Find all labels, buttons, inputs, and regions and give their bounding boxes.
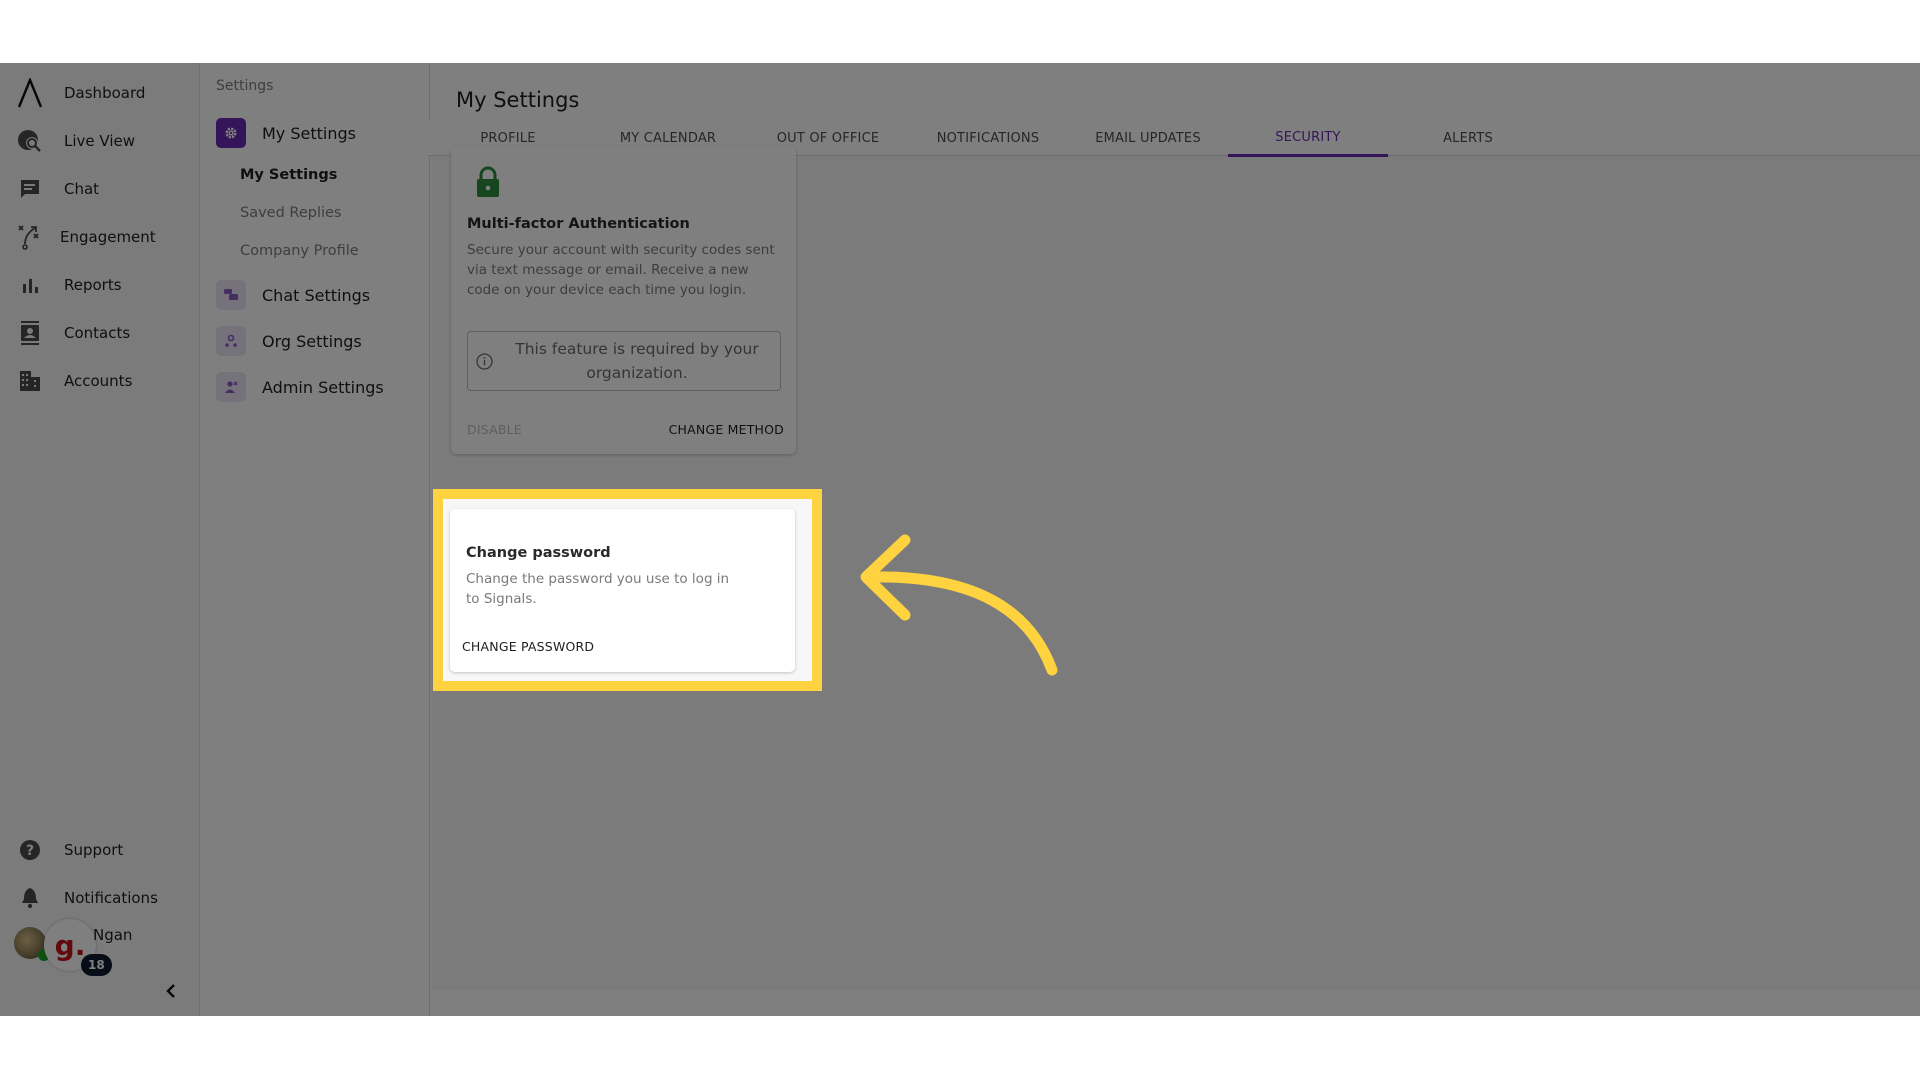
sub-item-saved-replies[interactable]: Saved Replies — [240, 205, 342, 221]
group-label: My Settings — [262, 123, 356, 143]
nav-label: Notifications — [64, 889, 158, 907]
highlight-frame: Change password Change the password you … — [433, 489, 822, 691]
disable-mfa-button: DISABLE — [467, 422, 522, 437]
nav-label: Live View — [64, 132, 135, 150]
change-password-button[interactable]: CHANGE PASSWORD — [462, 639, 594, 654]
tab-email-updates[interactable]: EMAIL UPDATES — [1068, 120, 1228, 156]
settings-heading: Settings — [216, 78, 274, 94]
sub-item-my-settings[interactable]: My Settings — [240, 167, 337, 183]
nav-item-accounts[interactable]: Accounts — [0, 361, 199, 401]
change-password-title: Change password — [466, 545, 611, 561]
nav-item-live-view[interactable]: Live View — [0, 121, 199, 161]
reports-icon — [17, 272, 43, 298]
mfa-title: Multi-factor Authentication — [467, 216, 690, 232]
user-menu[interactable]: g. Ngan 18 — [12, 919, 182, 976]
group-label: Chat Settings — [262, 285, 371, 305]
nav-label: Chat — [64, 180, 100, 198]
settings-group-org-settings[interactable]: Org Settings — [216, 325, 426, 357]
chat-bubbles-icon — [216, 280, 246, 310]
bell-icon — [17, 885, 43, 911]
footer-strip — [431, 990, 1920, 1016]
admin-icon — [216, 372, 246, 402]
notification-count-badge: 18 — [81, 954, 112, 976]
collapse-sidebar-button[interactable] — [160, 980, 182, 1002]
settings-group-my-settings[interactable]: My Settings — [216, 117, 426, 149]
nav-item-engagement[interactable]: Engagement — [0, 217, 199, 257]
mfa-description: Secure your account with security codes … — [467, 242, 775, 298]
tab-notifications[interactable]: NOTIFICATIONS — [908, 120, 1068, 156]
nav-item-contacts[interactable]: Contacts — [0, 313, 199, 353]
required-notice: This feature is required by your organiz… — [467, 331, 781, 391]
nav-item-dashboard[interactable]: Dashboard — [0, 73, 199, 113]
nav-label: Accounts — [64, 372, 133, 390]
engagement-icon — [17, 224, 43, 250]
svg-text:?: ? — [26, 843, 34, 859]
tab-alerts[interactable]: ALERTS — [1388, 120, 1548, 156]
notice-text: This feature is required by your organiz… — [515, 340, 759, 382]
nav-label: Dashboard — [64, 84, 146, 102]
nav-item-reports[interactable]: Reports — [0, 265, 199, 305]
change-password-description: Change the password you use to log in to… — [466, 571, 730, 607]
help-icon: ? — [17, 837, 43, 863]
primary-nav: Dashboard Live View Chat Engagement Repo… — [0, 63, 200, 1016]
gear-icon — [216, 118, 246, 148]
live-view-icon — [17, 128, 43, 154]
page-title: My Settings — [456, 88, 580, 112]
group-label: Admin Settings — [262, 377, 384, 397]
chat-icon — [17, 176, 43, 202]
info-icon — [476, 353, 493, 370]
nav-label: Reports — [64, 276, 122, 294]
lock-icon — [477, 166, 499, 197]
org-icon — [216, 326, 246, 356]
nav-label: Support — [64, 841, 124, 859]
change-method-button[interactable]: CHANGE METHOD — [669, 422, 784, 437]
settings-group-chat-settings[interactable]: Chat Settings — [216, 279, 426, 311]
change-password-card: Change password Change the password you … — [450, 509, 795, 672]
settings-nav: Settings My Settings My Settings Saved R… — [200, 63, 430, 1016]
app-window: Dashboard Live View Chat Engagement Repo… — [0, 63, 1920, 1016]
mfa-card: Multi-factor Authentication Secure your … — [451, 146, 796, 454]
nav-label: Engagement — [60, 228, 156, 246]
contacts-icon — [17, 320, 43, 346]
nav-item-notifications[interactable]: Notifications — [0, 878, 199, 918]
nav-label: Contacts — [64, 324, 131, 342]
chevron-left-icon — [166, 984, 175, 998]
sub-item-company-profile[interactable]: Company Profile — [240, 243, 359, 259]
group-label: Org Settings — [262, 331, 362, 351]
logo-icon — [17, 78, 43, 108]
tab-security[interactable]: SECURITY — [1228, 120, 1388, 157]
accounts-icon — [17, 368, 43, 394]
user-name: Ngan — [93, 926, 133, 944]
nav-item-chat[interactable]: Chat — [0, 169, 199, 209]
nav-item-support[interactable]: ? Support — [0, 830, 199, 870]
settings-group-admin-settings[interactable]: Admin Settings — [216, 371, 426, 403]
